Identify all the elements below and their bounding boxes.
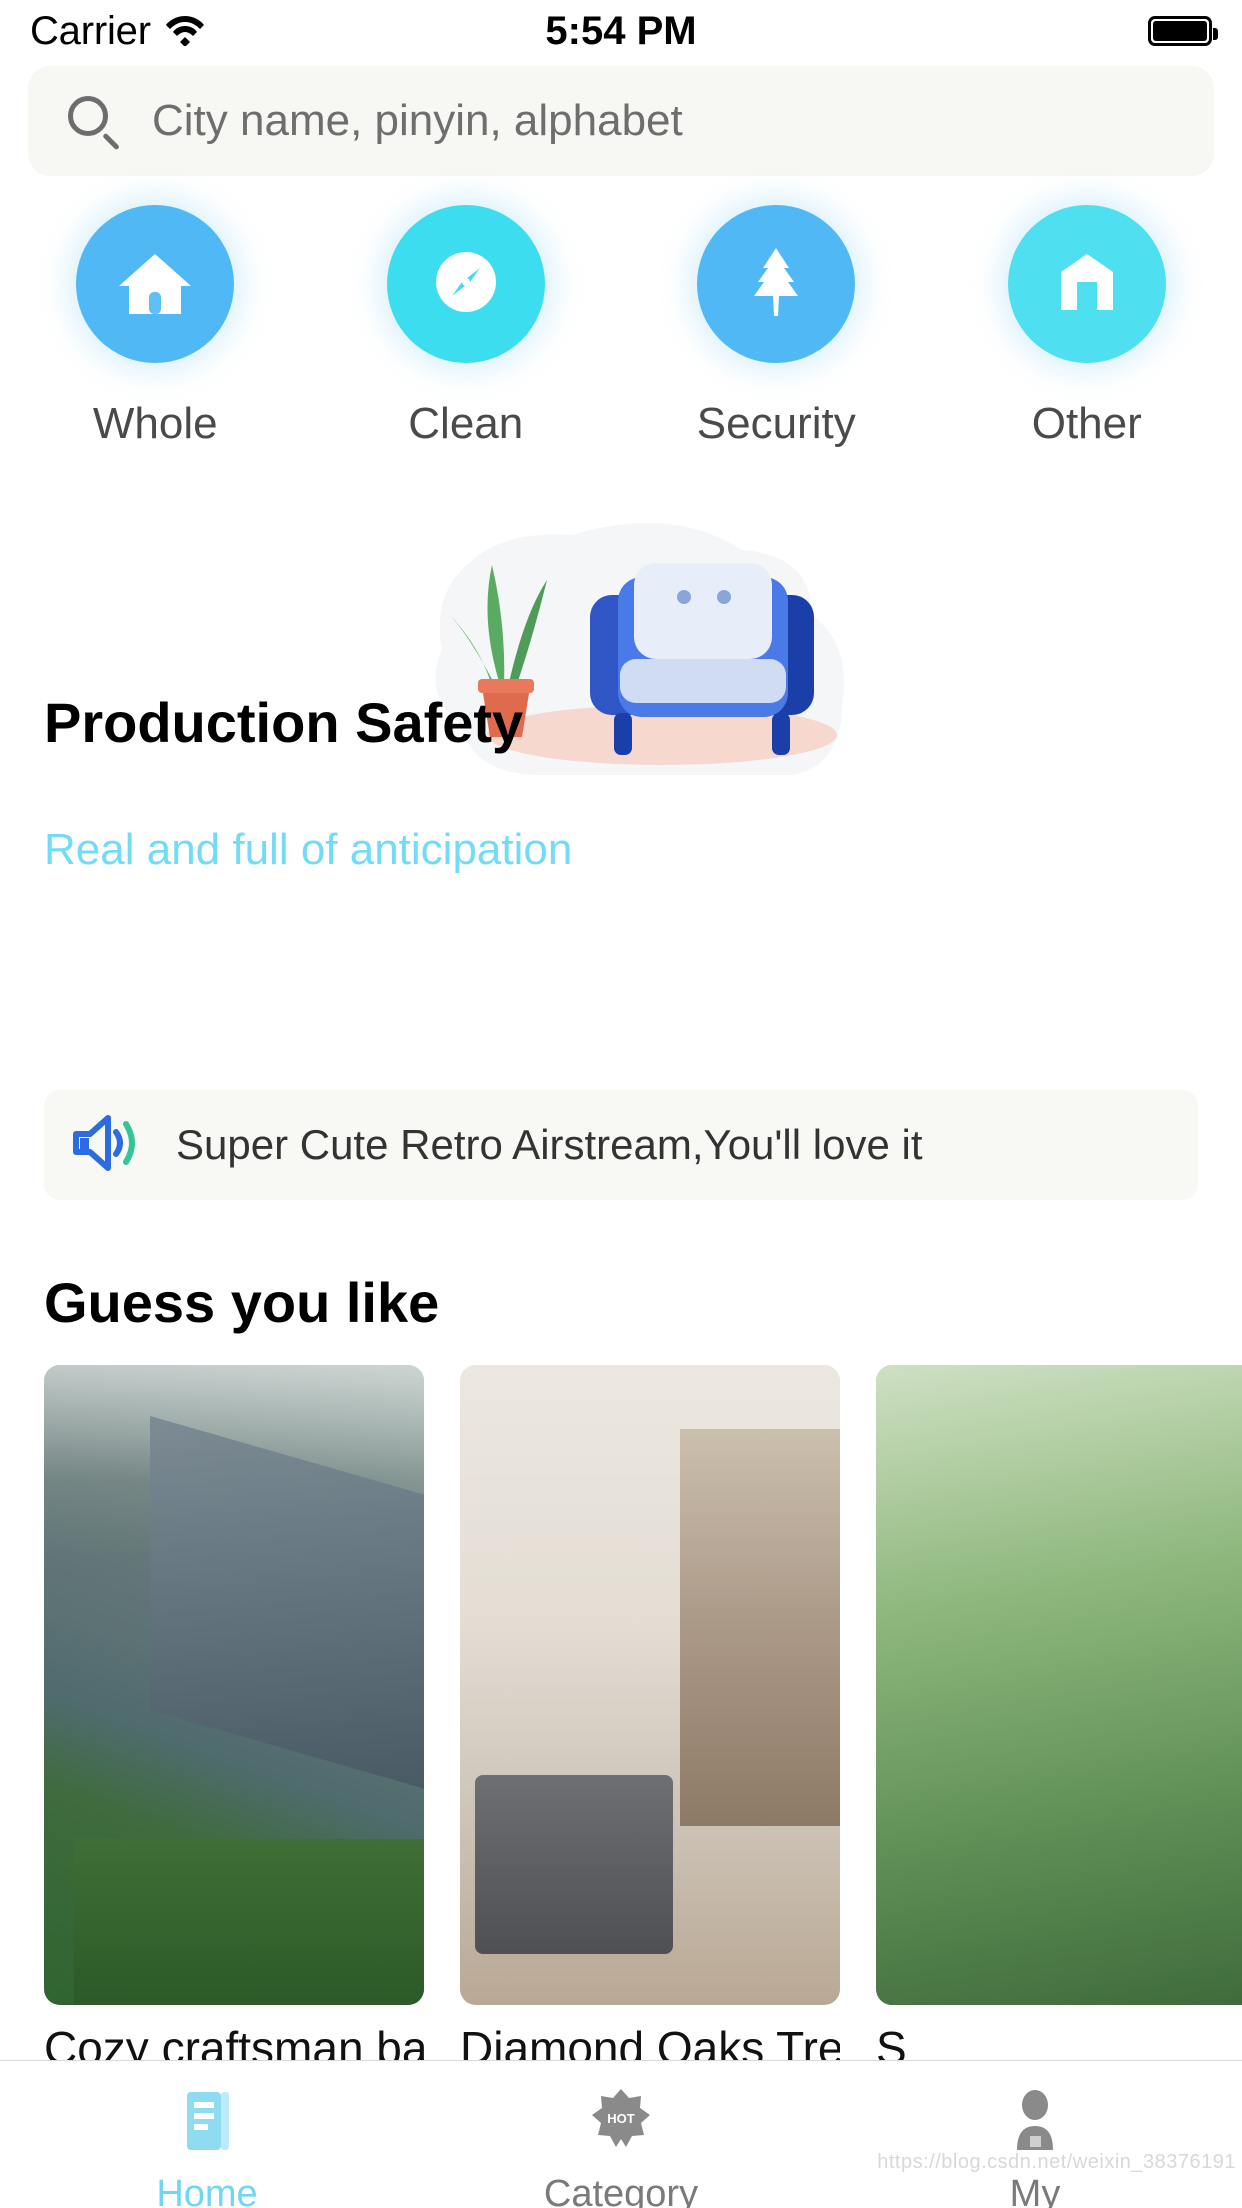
promo-banner[interactable]: Production Safety Real and full of antic…	[0, 523, 1242, 950]
category-item-security[interactable]: Security	[621, 205, 932, 449]
tab-label: Category	[543, 2173, 699, 2208]
status-bar-right	[1148, 16, 1218, 46]
search-icon	[64, 92, 122, 151]
search-box[interactable]: City name, pinyin, alphabet	[28, 66, 1214, 176]
store-icon	[1043, 238, 1131, 331]
card-image[interactable]	[44, 1365, 424, 2005]
category-label: Clean	[408, 399, 524, 448]
leaf-icon	[732, 238, 820, 331]
svg-text:HOT: HOT	[607, 2111, 635, 2126]
compass-icon	[422, 238, 510, 331]
category-icon-circle[interactable]	[697, 205, 856, 363]
tab-my[interactable]: My	[828, 2083, 1242, 2208]
card-image[interactable]	[460, 1365, 840, 2005]
search-bar[interactable]: City name, pinyin, alphabet	[28, 66, 1214, 176]
category-icon-circle[interactable]	[76, 205, 235, 363]
announcement-text: Super Cute Retro Airstream,You'll love i…	[176, 1121, 923, 1168]
recommendation-card-list[interactable]: Cozy craftsman barn Diamond Oaks Treeh S	[44, 1365, 1242, 2074]
search-input[interactable]: City name, pinyin, alphabet	[152, 96, 683, 146]
announcement-bar[interactable]: Super Cute Retro Airstream,You'll love i…	[44, 1090, 1198, 1200]
status-bar: Carrier 5:54 PM	[0, 0, 1242, 62]
person-icon	[1007, 2083, 1063, 2159]
section-title-recommendations: Guess you like	[44, 1271, 440, 1334]
status-bar-left: Carrier	[30, 9, 205, 54]
speaker-icon	[70, 1112, 144, 1179]
category-label: Other	[1031, 399, 1142, 448]
tab-category[interactable]: HOT Category	[414, 2083, 828, 2208]
recommendation-card[interactable]: Diamond Oaks Treeh	[460, 1365, 840, 2074]
category-icon-circle[interactable]	[386, 205, 545, 363]
bottom-tab-bar: Home HOT Category My	[0, 2060, 1242, 2208]
category-row: Whole Clean Security Other	[0, 205, 1242, 449]
category-item-clean[interactable]: Clean	[311, 205, 622, 449]
tab-label: My	[1009, 2173, 1061, 2208]
recommendation-card[interactable]: Cozy craftsman barn	[44, 1365, 424, 2074]
category-label: Security	[696, 399, 856, 448]
banner-title: Production Safety	[44, 691, 524, 754]
recommendation-card[interactable]: S	[876, 1365, 1242, 2074]
battery-icon	[1148, 16, 1218, 46]
house-icon	[111, 238, 199, 331]
category-icon-circle[interactable]	[1007, 205, 1166, 363]
banner-subtitle: Real and full of anticipation	[44, 825, 573, 874]
app-root: Carrier 5:54 PM City name, pinyin, alpha…	[0, 0, 1242, 2208]
tab-label: Home	[156, 2173, 258, 2208]
hot-badge-icon: HOT	[590, 2083, 652, 2159]
tab-home[interactable]: Home	[0, 2083, 414, 2208]
wifi-icon	[165, 12, 205, 51]
book-icon	[181, 2083, 233, 2159]
category-item-other[interactable]: Other	[932, 205, 1242, 449]
card-image[interactable]	[876, 1365, 1242, 2005]
category-label: Whole	[92, 399, 218, 448]
carrier-label: Carrier	[30, 8, 151, 53]
category-item-whole[interactable]: Whole	[0, 205, 311, 449]
